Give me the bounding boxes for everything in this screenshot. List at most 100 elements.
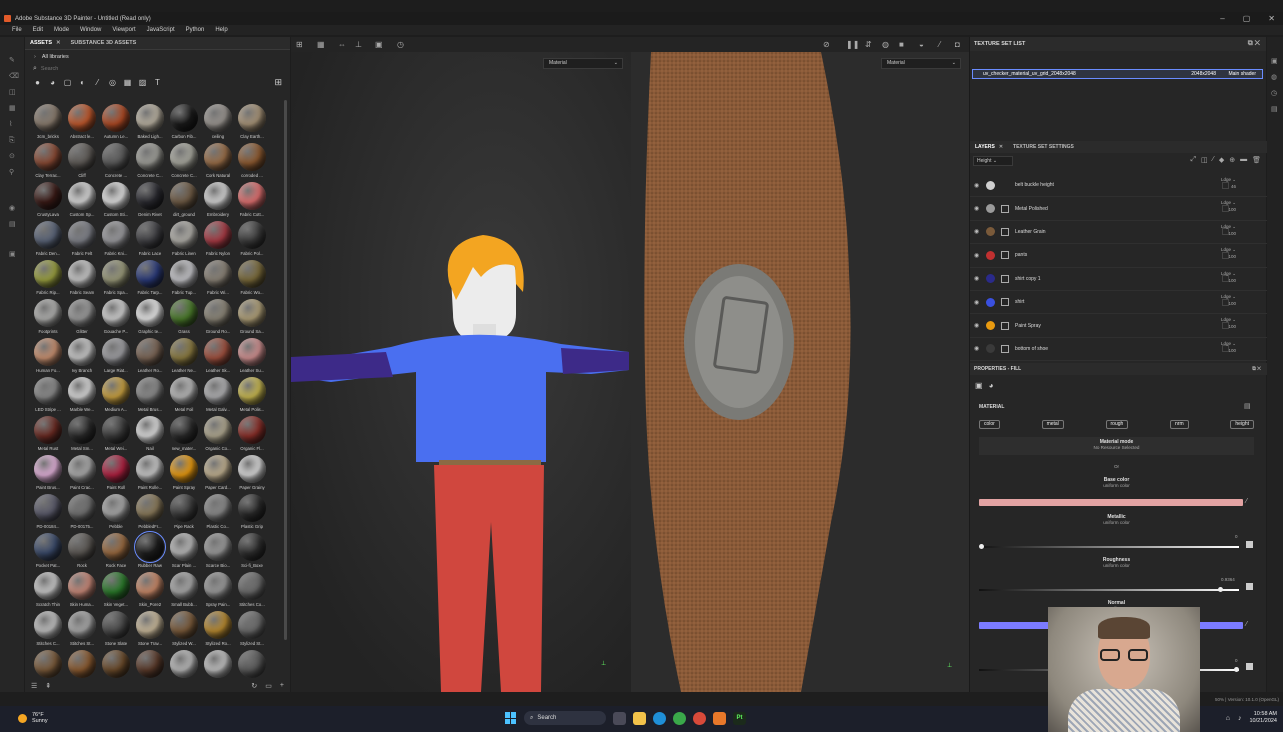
- random-seed-icon[interactable]: [1246, 583, 1253, 590]
- layer-blend[interactable]: Ldge ⌄ 100: [1221, 340, 1236, 354]
- taskbar-search[interactable]: ⌕ Search: [524, 711, 606, 725]
- material-thumbnail[interactable]: Custom Sp...: [65, 181, 99, 220]
- particle-filter-icon[interactable]: ◎: [108, 78, 117, 87]
- material-thumbnail[interactable]: Rock Face: [99, 532, 133, 571]
- add-mask-icon[interactable]: ◫: [1201, 156, 1208, 164]
- layer-opacity[interactable]: 100: [1228, 278, 1236, 283]
- height-slider-handle[interactable]: [1234, 667, 1239, 672]
- menu-javascript[interactable]: JavaScript: [147, 27, 175, 33]
- material-thumbnail[interactable]: Pebble: [99, 493, 133, 532]
- material-thumbnail[interactable]: PebbledFr...: [133, 493, 167, 532]
- layer-name[interactable]: Leather Grain: [1015, 229, 1046, 235]
- volume-icon[interactable]: ♪: [1238, 715, 1242, 722]
- eyedropper-icon[interactable]: ⁄: [1246, 621, 1247, 628]
- material-thumbnail[interactable]: Paint Roll: [99, 454, 133, 493]
- material-thumbnail[interactable]: corroded ...: [235, 142, 269, 181]
- menu-window[interactable]: Window: [80, 27, 101, 33]
- frame-icon[interactable]: ▣: [375, 40, 383, 49]
- material-thumbnail[interactable]: Fabric Wi...: [201, 259, 235, 298]
- material-thumbnail[interactable]: Spray Pain...: [201, 571, 235, 610]
- layer-name[interactable]: belt buckle height: [1015, 182, 1054, 188]
- material-thumbnail[interactable]: Paper Grainy: [235, 454, 269, 493]
- right-viewport-mode-select[interactable]: Material ⌄: [881, 58, 961, 69]
- material-thumbnail[interactable]: Stitches Co...: [235, 571, 269, 610]
- material-thumbnail[interactable]: new_mater...: [167, 415, 201, 454]
- smudge-icon[interactable]: ⌇: [9, 121, 16, 128]
- add-layer-icon[interactable]: ⊕: [1229, 156, 1235, 164]
- material-thumbnail[interactable]: 3cm_bricks: [31, 103, 65, 142]
- layer-row[interactable]: ◉ Paint Spray Ldge ⌄ 100: [970, 314, 1267, 338]
- layer-row[interactable]: ◉ belt buckle height Ldge ⌄ 46: [970, 174, 1267, 198]
- material-thumbnail[interactable]: Leather Sk...: [201, 337, 235, 376]
- layer-opacity[interactable]: 100: [1228, 207, 1236, 212]
- material-thumbnail[interactable]: Fabric Tup...: [167, 259, 201, 298]
- material-thumbnail[interactable]: LED Stripe ...: [31, 376, 65, 415]
- add-paint-layer-icon[interactable]: ⁄: [1213, 156, 1214, 164]
- add-icon[interactable]: +: [280, 682, 284, 690]
- material-thumbnail[interactable]: Organic Co...: [201, 415, 235, 454]
- material-thumbnail[interactable]: Ivy Branch: [65, 337, 99, 376]
- eye-icon[interactable]: ◉: [974, 345, 979, 352]
- material-thumbnail[interactable]: Scratch Thin: [31, 571, 65, 610]
- material-thumbnail[interactable]: Medium A...: [99, 376, 133, 415]
- blend-mode[interactable]: Ldge: [1221, 224, 1231, 229]
- grid-view-icon[interactable]: ⊞: [274, 77, 282, 88]
- material-thumbnail[interactable]: dirt_ground: [167, 181, 201, 220]
- material-mode-field[interactable]: Material mode No Resource Selected: [979, 437, 1254, 455]
- layer-name[interactable]: shirt copy 1: [1015, 276, 1041, 282]
- material-thumbnail[interactable]: Fabric Lace: [133, 220, 167, 259]
- texture-set-shader[interactable]: Main shader: [1228, 71, 1256, 77]
- fill-properties-icon[interactable]: ▣: [975, 381, 983, 390]
- geometry-mask-icon[interactable]: ▦: [9, 105, 16, 112]
- tab-texture-set-settings[interactable]: TEXTURE SET SETTINGS: [1008, 144, 1079, 150]
- material-thumbnail[interactable]: Paper Card...: [201, 454, 235, 493]
- tab-layers[interactable]: LAYERS ✕: [970, 144, 1008, 150]
- layer-name[interactable]: pants: [1015, 252, 1027, 258]
- material-thumbnail[interactable]: Stone Slate: [99, 610, 133, 649]
- file-explorer-icon[interactable]: [633, 711, 646, 725]
- delete-icon[interactable]: 🗑: [1252, 156, 1261, 164]
- random-seed-icon[interactable]: [1246, 541, 1253, 548]
- material-thumbnail[interactable]: Fabric Seam: [65, 259, 99, 298]
- material-thumbnail[interactable]: Stylized Ro...: [201, 610, 235, 649]
- layer-blend[interactable]: Ldge ⌄ 100: [1221, 316, 1236, 330]
- layer-opacity[interactable]: 100: [1228, 254, 1236, 259]
- layer-mask-icon[interactable]: [1001, 251, 1009, 260]
- layer-opacity[interactable]: 100: [1228, 348, 1236, 353]
- layer-blend[interactable]: Ldge ⌄ 100: [1221, 270, 1236, 284]
- material-thumbnail[interactable]: Human Fo...: [31, 337, 65, 376]
- material-thumbnail[interactable]: Skin Huma...: [65, 571, 99, 610]
- history-dock-icon[interactable]: ◷: [1271, 89, 1277, 97]
- material-thumbnail[interactable]: Plastic Grip: [235, 493, 269, 532]
- texture-set-row[interactable]: uv_checker_material_uv_grid_2048x2048 20…: [972, 69, 1263, 79]
- material-thumbnail[interactable]: Large Riat...: [99, 337, 133, 376]
- material-thumbnail[interactable]: Metal Foil: [167, 376, 201, 415]
- material-thumbnail[interactable]: Stylized St...: [235, 610, 269, 649]
- material-properties-icon[interactable]: ◕: [989, 381, 994, 390]
- tab-assets[interactable]: ASSETS ✕: [25, 40, 66, 46]
- material-thumbnail[interactable]: Ground Sa...: [235, 298, 269, 337]
- layer-name[interactable]: Metal Polished: [1015, 206, 1048, 212]
- material-thumbnail[interactable]: Nail: [133, 415, 167, 454]
- material-thumbnail[interactable]: Concrete C...: [133, 142, 167, 181]
- material-thumbnail[interactable]: Fabric Cott...: [235, 181, 269, 220]
- layer-opacity[interactable]: 100: [1228, 231, 1236, 236]
- material-thumbnail[interactable]: Fabric Nylon: [201, 220, 235, 259]
- material-thumbnail[interactable]: Sci-fi_Boxe: [235, 532, 269, 571]
- weather-widget[interactable]: 76°F Sunny: [18, 712, 48, 724]
- texture-set-dock-icon[interactable]: ▣: [1271, 57, 1278, 65]
- material-thumbnail[interactable]: Marble We...: [65, 376, 99, 415]
- menu-mode[interactable]: Mode: [54, 27, 69, 33]
- material-thumbnail[interactable]: Clay Terrac...: [31, 142, 65, 181]
- chip-height[interactable]: height: [1230, 420, 1254, 429]
- layer-blend[interactable]: Ldge ⌄ 46: [1221, 176, 1236, 190]
- close-icon[interactable]: ✕: [56, 40, 61, 46]
- material-thumbnail[interactable]: Small Bubb...: [167, 571, 201, 610]
- material-thumbnail[interactable]: Embroidery: [201, 181, 235, 220]
- layer-blend[interactable]: Ldge ⌄ 100: [1221, 199, 1236, 213]
- blend-mode[interactable]: Ldge: [1221, 177, 1231, 182]
- eye-icon[interactable]: ◉: [974, 322, 979, 329]
- material-thumbnail[interactable]: PD-00184...: [31, 493, 65, 532]
- shelf-icon[interactable]: ▤: [9, 221, 16, 228]
- material-thumbnail[interactable]: Leather Ne...: [167, 337, 201, 376]
